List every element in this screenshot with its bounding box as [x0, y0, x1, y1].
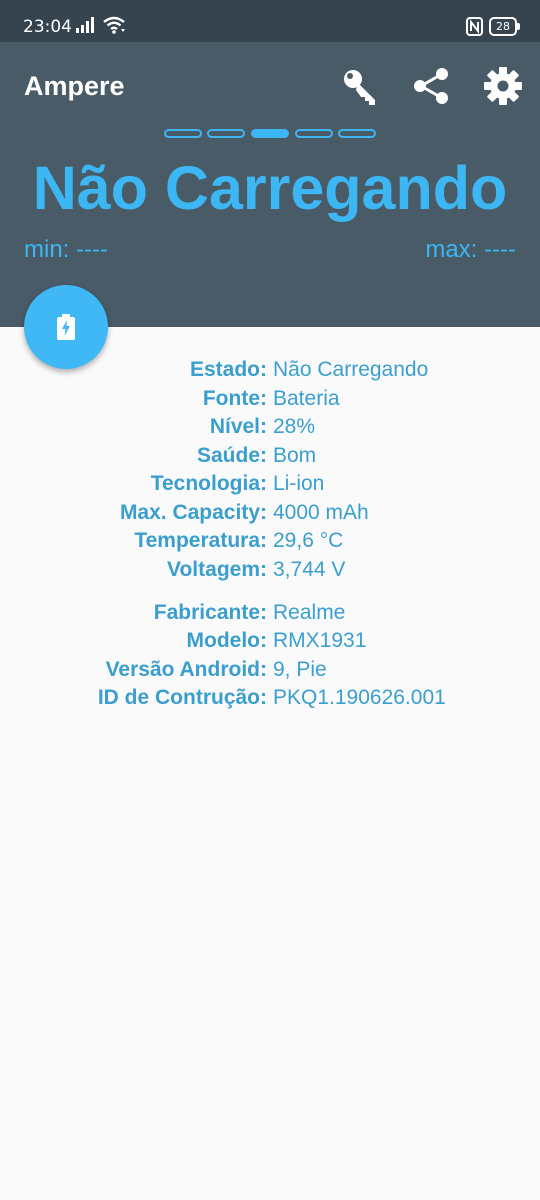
key-icon — [344, 70, 375, 105]
share-icon — [414, 68, 448, 104]
info-row-max-capacity: Max. Capacity: 4000 mAh — [0, 499, 540, 527]
gear-icon — [484, 67, 522, 105]
info-label: Saúde: — [196, 444, 267, 467]
info-value: RMX1931 — [273, 629, 367, 652]
status-time: 23:04 — [23, 17, 72, 37]
info-label: Temperatura: — [134, 529, 267, 552]
info-row-estado: Estado: Não Carregando — [0, 356, 540, 384]
info-label: ID de Contrução: — [97, 686, 267, 709]
info-row-build-id: ID de Contrução: PKQ1.190626.001 — [0, 684, 540, 712]
page-indicator — [164, 129, 378, 139]
info-row-nivel: Nível: 28% — [0, 413, 540, 441]
info-label: Max. Capacity: — [119, 501, 267, 524]
info-label: Fonte: — [202, 387, 267, 410]
info-value: 29,6 °C — [273, 529, 344, 552]
info-row-voltagem: Voltagem: 3,744 V — [0, 556, 540, 584]
page-dot[interactable] — [164, 129, 202, 138]
info-label: Estado: — [189, 358, 267, 381]
battery-charging-icon — [57, 314, 75, 340]
page-dot[interactable] — [207, 129, 245, 138]
info-value: 9, Pie — [273, 658, 327, 681]
share-button[interactable] — [409, 64, 453, 108]
settings-button[interactable] — [481, 64, 525, 108]
info-label: Fabricante: — [153, 601, 267, 624]
info-row-fonte: Fonte: Bateria — [0, 385, 540, 413]
info-label: Voltagem: — [167, 558, 267, 581]
info-value: 4000 mAh — [273, 501, 369, 524]
page-dot[interactable] — [295, 129, 333, 138]
info-value: Bateria — [273, 387, 340, 410]
info-row-saude: Saúde: Bom — [0, 442, 540, 470]
info-value: Não Carregando — [273, 358, 429, 381]
status-bar: 23:04 28 — [0, 0, 540, 42]
info-value: 28% — [273, 415, 316, 438]
wifi-icon — [103, 16, 125, 34]
info-value: Realme — [273, 601, 346, 624]
info-value: 3,744 V — [273, 558, 346, 581]
info-value: PKQ1.190626.001 — [273, 686, 446, 709]
page-dot-active[interactable] — [251, 129, 289, 138]
info-row-tecnologia: Tecnologia: Li-ion — [0, 470, 540, 498]
battery-icon: 28 — [489, 17, 520, 36]
app-header: Ampere Não Carregando min: ---- max: ---… — [0, 42, 540, 327]
max-current-label: max: ---- — [425, 236, 516, 263]
info-row-modelo: Modelo: RMX1931 — [0, 627, 540, 655]
nfc-icon — [466, 17, 483, 36]
signal-icon — [76, 17, 94, 33]
battery-level-text: 28 — [489, 17, 517, 36]
info-row-temperatura: Temperatura: 29,6 °C — [0, 527, 540, 555]
min-current-label: min: ---- — [24, 236, 108, 263]
charging-status-title: Não Carregando — [32, 154, 508, 222]
info-value: Bom — [273, 444, 317, 467]
info-label: Modelo: — [186, 629, 267, 652]
app-title: Ampere — [24, 71, 125, 101]
info-row-fabricante: Fabricante: Realme — [0, 599, 540, 627]
info-label: Tecnologia: — [150, 472, 267, 495]
key-button[interactable] — [338, 64, 382, 108]
info-label: Versão Android: — [105, 658, 267, 681]
page-dot[interactable] — [338, 129, 376, 138]
info-row-versao-android: Versão Android: 9, Pie — [0, 656, 540, 684]
screen: { "status_bar": { "time": "23:04", "batt… — [0, 0, 540, 1200]
info-value: Li-ion — [273, 472, 325, 495]
info-label: Nível: — [209, 415, 267, 438]
